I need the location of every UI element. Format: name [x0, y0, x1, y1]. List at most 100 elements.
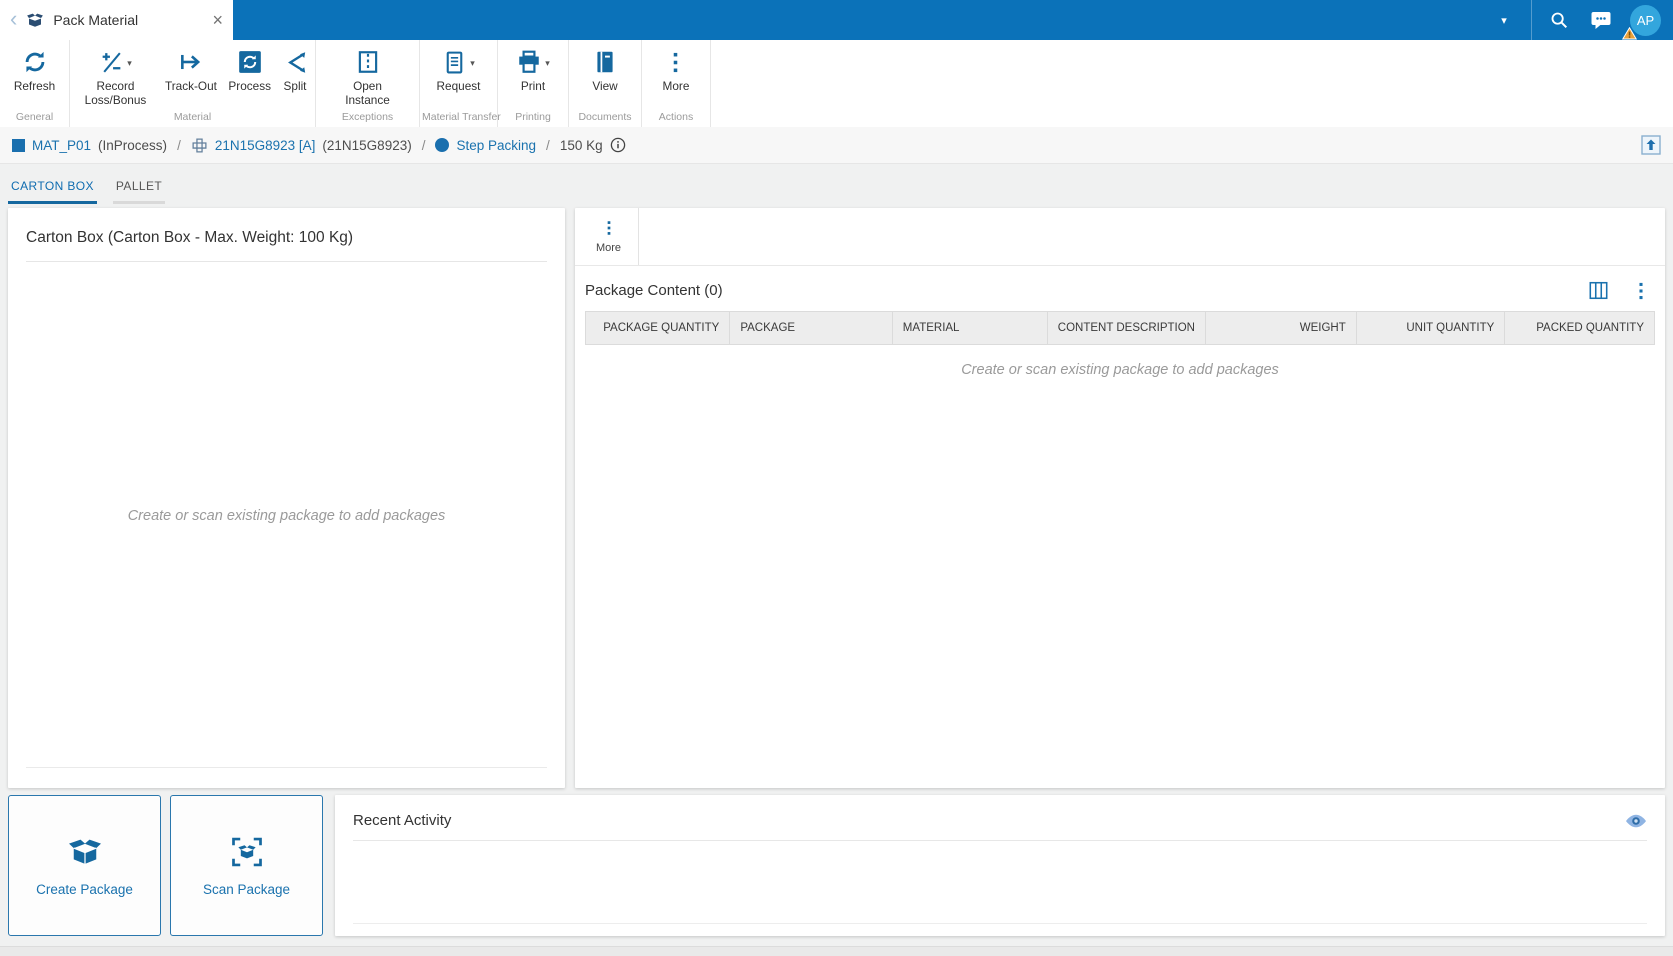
material-square-icon	[12, 138, 25, 152]
caret-down-icon: ▾	[127, 57, 132, 68]
create-package-button[interactable]: Create Package	[8, 795, 161, 936]
package-content-table: PACKAGE QUANTITY PACKAGE MATERIAL CONTEN…	[584, 311, 1655, 346]
status-footer-bar	[0, 946, 1673, 956]
chat-icon	[1591, 12, 1611, 29]
request-icon	[446, 51, 463, 73]
eye-icon	[1626, 814, 1646, 827]
info-icon[interactable]	[610, 137, 626, 153]
column-header-package[interactable]: PACKAGE	[729, 311, 893, 346]
ribbon-group-label: Exceptions	[341, 111, 394, 124]
open-instance-button[interactable]: Open Instance	[326, 47, 410, 108]
more-actions-button[interactable]: More	[659, 47, 694, 94]
app-window: ‹ Pack Material × ▾ AP Refresh General ▾…	[0, 0, 1673, 956]
menu-dropdown-button[interactable]: ▾	[1483, 0, 1525, 40]
caret-down-icon: ▾	[545, 57, 550, 68]
avatar-initials: AP	[1636, 12, 1655, 28]
collapse-panel-button[interactable]	[1641, 135, 1661, 156]
ribbon-group-label: General	[15, 111, 54, 124]
column-header-weight[interactable]: WEIGHT	[1205, 311, 1357, 346]
scan-package-button[interactable]: Scan Package	[170, 795, 323, 936]
refresh-button[interactable]: Refresh	[10, 47, 59, 94]
column-header-material[interactable]: MATERIAL	[891, 311, 1048, 346]
recent-activity-panel: Recent Activity	[335, 795, 1665, 936]
print-icon	[519, 50, 539, 73]
bottom-row: Create Package Scan Package Recent Activ…	[0, 791, 1673, 946]
caret-down-icon: ▾	[470, 57, 475, 68]
tab-carton-box[interactable]: CARTON BOX	[8, 179, 97, 205]
package-more-button[interactable]: More	[579, 208, 639, 266]
watch-activity-button[interactable]	[1625, 813, 1647, 829]
refresh-icon	[25, 51, 44, 73]
flow-die-icon	[192, 138, 207, 153]
chat-button[interactable]	[1580, 0, 1622, 40]
scan-package-icon	[231, 837, 262, 866]
carton-box-panel: Carton Box (Carton Box - Max. Weight: 10…	[8, 208, 565, 788]
top-bar-actions: ▾ AP	[1483, 0, 1673, 40]
breadcrumb: MAT_P01 (InProcess) / 21N15G8923 [A] (21…	[0, 127, 1673, 165]
top-bar: ‹ Pack Material × ▾ AP	[0, 0, 1673, 40]
column-header-content-description[interactable]: CONTENT DESCRIPTION	[1046, 311, 1207, 346]
process-button[interactable]: Process	[224, 47, 275, 94]
track-out-icon	[180, 54, 201, 70]
document-tab-pack-material[interactable]: ‹ Pack Material ×	[0, 0, 233, 40]
ribbon-group-exceptions: Open Instance Exceptions	[316, 40, 420, 128]
quantity-value: 150 Kg	[559, 137, 603, 153]
track-out-button[interactable]: Track-Out	[161, 47, 221, 94]
more-dots-icon	[674, 52, 678, 72]
carton-box-empty-message: Create or scan existing package to add p…	[127, 508, 446, 525]
breadcrumb-lot-link[interactable]: 21N15G8923 [A]	[215, 138, 316, 153]
view-documents-icon	[597, 51, 613, 73]
recent-activity-title: Recent Activity	[353, 812, 452, 829]
split-button[interactable]: Split	[279, 47, 312, 94]
column-chooser-button[interactable]	[1588, 281, 1609, 300]
package-content-panel: More Package Content (0) PACKAGE QUANTIT…	[575, 208, 1665, 788]
ribbon-group-printing: ▾ Print Printing	[498, 40, 569, 128]
breadcrumb-separator: /	[177, 137, 181, 153]
request-button[interactable]: ▾ Request	[433, 47, 485, 94]
search-icon	[1551, 12, 1568, 29]
caret-down-icon: ▾	[1501, 14, 1507, 27]
process-icon	[238, 51, 261, 73]
pack-material-icon	[26, 11, 44, 29]
view-button[interactable]: View	[588, 47, 622, 94]
split-icon	[287, 51, 305, 73]
ribbon-group-material-transfer: ▾ Request Material Transfer	[420, 40, 501, 128]
ribbon-group-actions: More Actions	[642, 40, 711, 128]
more-dots-icon	[607, 221, 610, 236]
table-menu-button[interactable]	[1633, 282, 1649, 300]
ribbon-group-label: Actions	[658, 111, 694, 124]
breadcrumb-material-link[interactable]: MAT_P01	[32, 138, 91, 153]
ribbon-group-label: Material Transfer	[422, 111, 501, 124]
page-title: Pack Material	[53, 12, 139, 28]
ribbon-group-label: Material	[173, 111, 212, 124]
create-package-icon	[68, 839, 101, 868]
recent-activity-header: Recent Activity	[353, 795, 1647, 841]
ribbon-group-general: Refresh General	[0, 40, 70, 128]
panel-footer-divider	[353, 923, 1647, 924]
lot-alt-name: (21N15G8923)	[322, 137, 412, 153]
search-button[interactable]	[1538, 0, 1580, 40]
package-content-empty-message: Create or scan existing package to add p…	[961, 362, 1279, 379]
view-tabs: CARTON BOX PALLET	[0, 164, 1673, 205]
column-header-packed-quantity[interactable]: PACKED QUANTITY	[1504, 311, 1655, 346]
print-button[interactable]: ▾ Print	[512, 47, 554, 94]
carton-box-panel-title: Carton Box (Carton Box - Max. Weight: 10…	[26, 208, 547, 263]
close-icon[interactable]: ×	[212, 11, 223, 29]
panel-footer-divider	[26, 767, 547, 768]
top-bar-divider	[1531, 0, 1532, 40]
package-content-title: Package Content (0)	[585, 282, 723, 300]
table-header-row: PACKAGE QUANTITY PACKAGE MATERIAL CONTEN…	[584, 311, 1655, 346]
breadcrumb-separator: /	[421, 137, 426, 153]
record-loss-bonus-button[interactable]: ▾ Record Loss/Bonus	[73, 47, 157, 108]
column-header-package-quantity[interactable]: PACKAGE QUANTITY	[584, 311, 731, 346]
tab-pallet[interactable]: PALLET	[112, 179, 166, 205]
package-content-header: Package Content (0)	[575, 266, 1665, 311]
ribbon-toolbar: Refresh General ▾ Record Loss/Bonus Trac…	[0, 40, 1673, 128]
column-header-unit-quantity[interactable]: UNIT QUANTITY	[1355, 311, 1506, 346]
avatar[interactable]: AP	[1622, 4, 1661, 39]
step-circle-icon	[435, 138, 450, 153]
breadcrumb-step-link[interactable]: Step Packing	[456, 138, 536, 153]
record-loss-bonus-icon	[102, 51, 121, 73]
ribbon-group-label: Documents	[578, 111, 632, 124]
back-chevron-icon[interactable]: ‹	[10, 7, 17, 30]
